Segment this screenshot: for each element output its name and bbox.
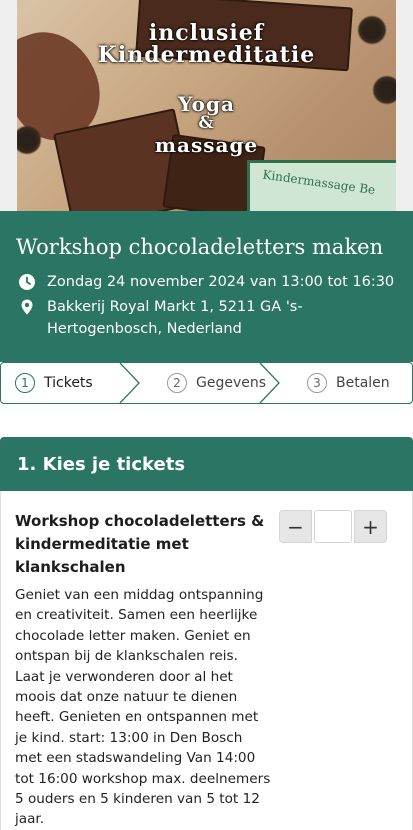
massage-card: Kindermassage Be: [247, 160, 396, 211]
step-number: 1: [15, 373, 35, 393]
checkout-steps: 1 Tickets 2 Gegevens 3 Betalen: [0, 362, 413, 404]
step-number: 2: [167, 373, 187, 393]
event-location-row: Bakkerij Royal Markt 1, 5211 GA 's-Herto…: [16, 296, 397, 340]
location-pin-icon: [21, 299, 33, 315]
event-datetime-row: Zondag 24 november 2024 van 13:00 tot 16…: [16, 271, 397, 293]
ticket-item: Workshop chocoladeletters & kindermedita…: [0, 491, 413, 830]
ticket-description: Geniet van een middag ontspanning en cre…: [15, 587, 271, 828]
banner-text-line: &: [198, 113, 215, 133]
event-banner: Kindermassage Be inclusief Kindermeditat…: [0, 0, 413, 211]
card-text: Kindermassage Be: [261, 167, 377, 198]
banner-text-line: massage: [154, 133, 259, 157]
event-location: Bakkerij Royal Markt 1, 5211 GA 's-Herto…: [47, 299, 303, 337]
increase-quantity-button[interactable]: +: [354, 510, 387, 543]
section-heading: 1. Kies je tickets: [0, 437, 413, 491]
step-payment[interactable]: 3 Betalen: [275, 363, 390, 403]
step-tickets[interactable]: 1 Tickets: [1, 363, 135, 403]
step-label: Tickets: [44, 375, 93, 391]
step-label: Gegevens: [196, 375, 267, 391]
ticket-info: Workshop chocoladeletters & kindermedita…: [15, 510, 271, 830]
event-header: Workshop chocoladeletters maken Zondag 2…: [0, 211, 413, 362]
step-label: Betalen: [336, 375, 390, 391]
quantity-input[interactable]: [314, 510, 352, 543]
decrease-quantity-button[interactable]: −: [279, 510, 312, 543]
event-title: Workshop chocoladeletters maken: [16, 235, 384, 259]
clock-icon: [19, 274, 35, 290]
ticket-section: 1. Kies je tickets Workshop chocoladelet…: [0, 437, 413, 830]
banner-text-line: Kindermeditatie: [97, 42, 316, 68]
step-details[interactable]: 2 Gegevens: [135, 363, 275, 403]
step-number: 3: [307, 373, 327, 393]
event-image: Kindermassage Be inclusief Kindermeditat…: [17, 0, 396, 211]
event-datetime: Zondag 24 november 2024 van 13:00 tot 16…: [47, 274, 395, 290]
ticket-title: Workshop chocoladeletters & kindermedita…: [15, 512, 265, 576]
quantity-stepper: − +: [279, 510, 387, 543]
